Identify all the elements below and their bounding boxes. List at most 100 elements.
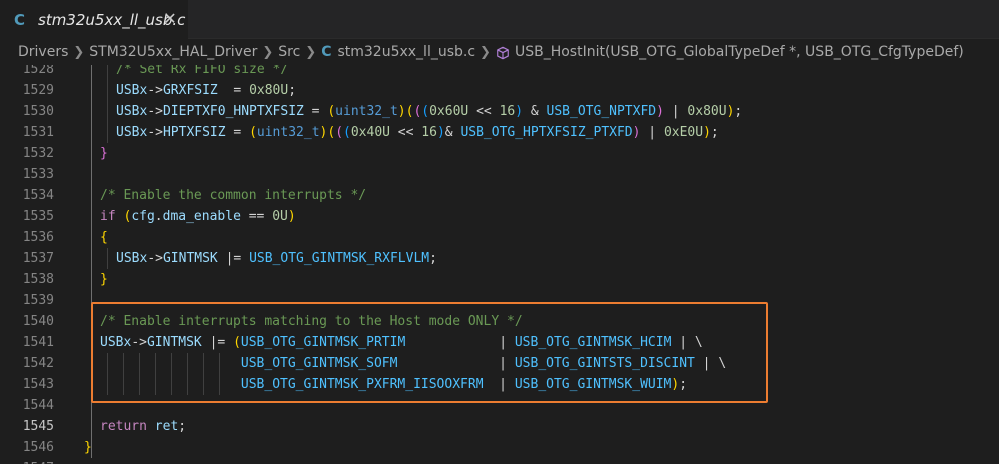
code-line[interactable]: 1529 USBx->GRXFSIZ = 0x80U;: [0, 80, 999, 101]
code-token: (: [335, 125, 344, 140]
code-token: GINTMSK: [162, 251, 218, 266]
code-token: 0U: [272, 209, 288, 224]
code-line[interactable]: 1531 USBx->HPTXFSIZ = (uint32_t)(((0x40U …: [0, 122, 999, 143]
chevron-right-icon: ❯: [305, 44, 317, 60]
close-icon[interactable]: ✕: [160, 9, 180, 29]
line-number: 1538: [22, 272, 54, 287]
code-text: USBx->HPTXFSIZ = (uint32_t)(((0x40U << 1…: [116, 122, 719, 143]
code-token: (: [327, 104, 336, 119]
code-line[interactable]: 1536 {: [0, 227, 999, 248]
code-token: |: [640, 125, 664, 140]
code-token: =: [217, 83, 250, 98]
code-token: =: [225, 125, 250, 140]
code-line[interactable]: 1534 /* Enable the common interrupts */: [0, 185, 999, 206]
code-token: ): [397, 104, 406, 119]
breadcrumb-item-src[interactable]: Src: [278, 44, 300, 60]
line-number: 1541: [22, 335, 54, 350]
code-text: }: [100, 269, 108, 290]
code-line[interactable]: 1533: [0, 164, 999, 185]
code-token: 0x80U: [249, 83, 289, 98]
chevron-right-icon: ❯: [480, 44, 491, 60]
line-number: 1532: [22, 146, 54, 161]
code-token: uint32_t: [335, 104, 398, 119]
code-token: GRXFSIZ: [162, 83, 218, 98]
c-file-icon: C: [321, 44, 332, 60]
code-text: USBx->GRXFSIZ = 0x80U;: [116, 80, 296, 101]
chevron-right-icon: ❯: [73, 44, 85, 60]
line-number: 1543: [22, 377, 54, 392]
line-number: 1536: [22, 230, 54, 245]
code-text: /* Enable the common interrupts */: [100, 185, 366, 206]
code-text: if (cfg.dma_enable == 0U): [100, 206, 296, 227]
breadcrumb-item-hal-driver[interactable]: STM32U5xx_HAL_Driver: [89, 44, 257, 60]
code-token: USBx: [116, 104, 148, 119]
code-token: 0x40U: [350, 125, 390, 140]
code-editor[interactable]: 1528 /* Set Rx FIFO size */1529 USBx->GRXF…: [0, 65, 999, 464]
code-token: 0x60U: [429, 104, 469, 119]
code-token: ;: [734, 104, 743, 119]
code-line[interactable]: 1547: [0, 458, 999, 464]
code-token: USB_OTG_NPTXFD: [546, 104, 657, 119]
code-token: .: [154, 209, 163, 224]
code-token: ): [436, 125, 445, 140]
method-icon: [497, 46, 509, 60]
code-token: ->: [147, 251, 163, 266]
code-text: /* Set Rx FIFO size */: [116, 65, 288, 80]
breadcrumb-item-drivers[interactable]: Drivers: [18, 44, 68, 60]
code-token: return: [100, 419, 147, 434]
code-token: }: [100, 146, 108, 161]
code-token: (: [421, 104, 430, 119]
line-number: 1545: [22, 419, 54, 434]
code-token: USB_OTG_HPTXFSIZ_PTXFD: [460, 125, 633, 140]
code-line[interactable]: 1546}: [0, 437, 999, 458]
code-line[interactable]: 1545 return ret;: [0, 416, 999, 437]
breadcrumb-item-file[interactable]: stm32u5xx_ll_usb.c: [337, 44, 475, 60]
code-token: 16: [499, 104, 516, 119]
code-token: USB_OTG_GINTMSK_RXFLVLM: [249, 251, 430, 266]
line-number: 1542: [22, 356, 54, 371]
c-file-icon: C: [14, 10, 26, 29]
breadcrumb-item-symbol[interactable]: USB_HostInit(USB_OTG_GlobalTypeDef *, US…: [515, 44, 964, 60]
code-token: dma_enable: [162, 209, 241, 224]
code-token: HPTXFSIZ: [162, 125, 226, 140]
code-token: ret: [154, 419, 179, 434]
code-text: {: [100, 227, 108, 248]
code-line[interactable]: 1530 USBx->DIEPTXF0_HNPTXFSIZ = (uint32_t…: [0, 101, 999, 122]
line-number: 1530: [22, 104, 54, 119]
code-token: uint32_t: [256, 125, 320, 140]
code-token: if: [100, 209, 116, 224]
code-token: USBx: [116, 83, 148, 98]
code-line[interactable]: 1538}: [0, 269, 999, 290]
code-line[interactable]: 1532}: [0, 143, 999, 164]
code-token: |=: [217, 251, 250, 266]
code-token: 0x80U: [687, 104, 727, 119]
line-number: 1540: [22, 314, 54, 329]
chevron-right-icon: ❯: [262, 44, 274, 60]
highlight-annotation: [91, 302, 768, 403]
code-token: ;: [288, 83, 297, 98]
code-token: 16: [421, 125, 437, 140]
code-token: &: [444, 125, 461, 140]
code-token: 0xE0U: [663, 125, 704, 140]
code-line[interactable]: 1535 if (cfg.dma_enable == 0U): [0, 206, 999, 227]
code-line[interactable]: 1528 /* Set Rx FIFO size */: [0, 65, 999, 80]
code-token: ;: [178, 419, 187, 434]
code-token: USBx: [116, 251, 148, 266]
code-token: |: [663, 104, 688, 119]
line-number: 1546: [22, 440, 54, 455]
code-token: USBx: [116, 125, 148, 140]
code-token: ->: [147, 125, 163, 140]
breadcrumb: Drivers ❯ STM32U5xx_HAL_Driver ❯ Src ❯ C…: [0, 39, 999, 65]
line-number: 1528: [22, 65, 54, 77]
code-text: }: [100, 143, 108, 164]
code-line[interactable]: 1537 USBx->GINTMSK |= USB_OTG_GINTMSK_RXF…: [0, 248, 999, 269]
code-token: /* Enable the common interrupts */: [100, 188, 367, 203]
code-token: DIEPTXF0_HNPTXFSIZ: [162, 104, 304, 119]
code-text: USBx->DIEPTXF0_HNPTXFSIZ = (uint32_t)(((…: [116, 101, 742, 122]
code-token: ->: [147, 83, 163, 98]
line-number: 1537: [22, 251, 54, 266]
line-number: 1531: [22, 125, 54, 140]
tab-stm32u5xx-ll-usb[interactable]: C stm32u5xx_ll_usb.c ✕: [0, 0, 188, 39]
code-token: ;: [710, 125, 719, 140]
code-token: (: [343, 125, 351, 140]
